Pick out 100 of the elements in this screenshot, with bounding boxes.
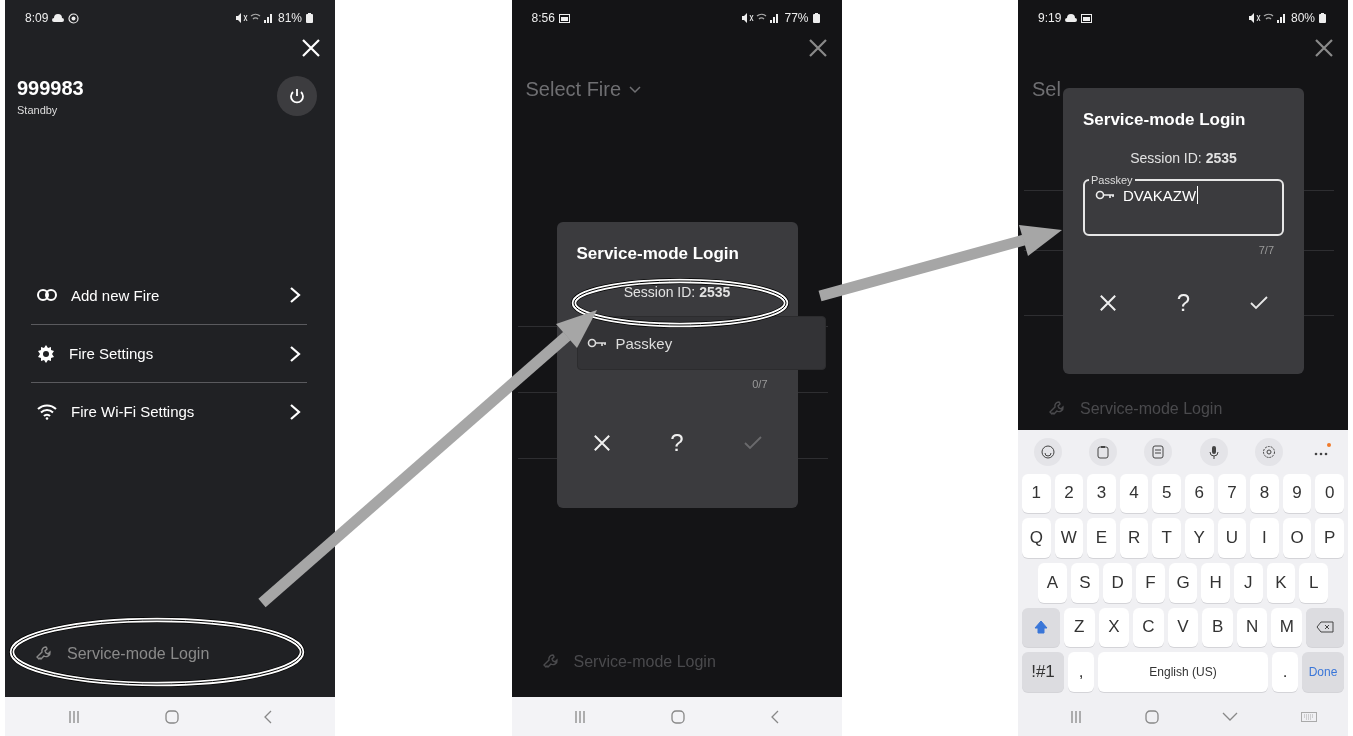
period-key[interactable]: . xyxy=(1272,652,1298,692)
check-icon xyxy=(743,436,762,450)
gallery-icon xyxy=(558,13,570,23)
notes-icon[interactable] xyxy=(1144,437,1173,466)
keyboard-key[interactable]: 7 xyxy=(1217,473,1247,514)
chevron-down-icon xyxy=(629,85,642,94)
backspace-key[interactable] xyxy=(1306,607,1345,648)
battery-icon xyxy=(306,13,313,23)
keyboard-key[interactable]: V xyxy=(1167,607,1199,648)
comma-key[interactable]: , xyxy=(1068,652,1094,692)
settings-icon[interactable] xyxy=(1254,437,1283,466)
symbols-key[interactable]: !#1 xyxy=(1022,652,1064,692)
passkey-field[interactable]: Passkey xyxy=(576,316,826,370)
battery-level: 81% xyxy=(277,11,302,25)
keyboard-key[interactable]: Q xyxy=(1022,518,1051,558)
home-icon[interactable] xyxy=(671,709,686,724)
device-status: Standby xyxy=(17,103,59,116)
menu-item[interactable]: Add new Fire xyxy=(31,266,307,324)
status-icons-drawing xyxy=(1248,13,1287,23)
battery-icon xyxy=(1319,13,1326,23)
cloud-icon xyxy=(1065,14,1078,22)
status-time: 8:56 xyxy=(531,11,555,25)
help-button[interactable]: ? xyxy=(1168,288,1199,318)
keyboard-key[interactable]: P xyxy=(1315,518,1344,558)
status-time: 9:19 xyxy=(1038,11,1062,25)
backspace-icon xyxy=(1316,621,1335,634)
keyboard-key[interactable]: 0 xyxy=(1315,473,1344,514)
chevron-right-icon xyxy=(289,286,301,304)
keyboard-key[interactable]: M xyxy=(1271,607,1303,648)
keyboard-key[interactable]: O xyxy=(1282,518,1312,558)
session-id: Session ID: 2535 xyxy=(1129,150,1238,166)
passkey-field[interactable]: Passkey DVAKAZW xyxy=(1083,174,1284,236)
close-icon xyxy=(301,38,321,58)
status-icons-drawing xyxy=(742,13,781,23)
menu-item[interactable]: Fire Wi-Fi Settings xyxy=(31,382,307,440)
fire-selector[interactable]: Select Fire xyxy=(525,78,642,101)
keyboard-key[interactable]: 5 xyxy=(1152,473,1181,514)
keyboard-key[interactable]: H xyxy=(1201,563,1231,603)
keyboard-key[interactable]: 2 xyxy=(1054,473,1084,514)
keyboard-key[interactable]: 9 xyxy=(1282,473,1312,514)
home-icon[interactable] xyxy=(165,709,179,724)
keyboard-key[interactable]: E xyxy=(1087,518,1116,558)
keyboard-key[interactable]: R xyxy=(1119,518,1149,558)
session-id: Session ID: 2535 xyxy=(622,284,732,300)
keyboard-key[interactable]: J xyxy=(1234,563,1263,603)
menu-item[interactable]: Fire Settings xyxy=(31,324,307,382)
keyboard-key[interactable]: A xyxy=(1038,563,1067,603)
shift-key[interactable] xyxy=(1022,607,1060,648)
close-icon xyxy=(592,434,611,452)
wifi-icon xyxy=(37,403,57,420)
keyboard-key[interactable]: 6 xyxy=(1184,473,1214,514)
keyboard-key[interactable]: T xyxy=(1152,518,1181,558)
keyboard-key[interactable]: B xyxy=(1202,607,1233,648)
keyboard-key[interactable]: Y xyxy=(1184,518,1214,558)
home-icon[interactable] xyxy=(1144,709,1159,724)
link-icon xyxy=(37,289,57,301)
emoji-icon[interactable] xyxy=(1034,437,1062,466)
keyboard-key[interactable]: X xyxy=(1098,607,1130,648)
keyboard-key[interactable]: I xyxy=(1250,518,1279,558)
power-button[interactable] xyxy=(277,76,317,116)
recent-apps-icon[interactable] xyxy=(574,709,587,724)
recent-apps-icon[interactable] xyxy=(67,709,80,724)
clipboard-icon[interactable] xyxy=(1089,437,1118,466)
keyboard-key[interactable]: F xyxy=(1136,563,1165,603)
keyboard-key[interactable]: G xyxy=(1168,563,1198,603)
fire-selector[interactable]: Sel xyxy=(1032,78,1061,101)
keyboard-key[interactable]: C xyxy=(1133,607,1164,648)
recent-apps-icon[interactable] xyxy=(1069,709,1082,724)
back-icon[interactable] xyxy=(264,709,273,724)
keyboard-key[interactable]: Z xyxy=(1064,607,1095,648)
keyboard-key[interactable]: D xyxy=(1103,563,1132,603)
microphone-icon[interactable] xyxy=(1199,437,1228,466)
battery-level: 77% xyxy=(784,11,809,25)
status-icons-drawing xyxy=(235,13,274,23)
keyboard-key[interactable]: 3 xyxy=(1087,473,1116,514)
keyboard-key[interactable]: 4 xyxy=(1119,473,1149,514)
space-key[interactable]: English (US) xyxy=(1098,652,1268,692)
keyboard-key[interactable]: S xyxy=(1070,563,1100,603)
gallery-icon xyxy=(1081,13,1093,23)
keyboard-key[interactable]: 8 xyxy=(1250,473,1279,514)
help-button[interactable]: ? xyxy=(662,428,692,458)
text-cursor xyxy=(1197,186,1199,204)
device-name: 999983 xyxy=(17,76,84,100)
back-icon[interactable] xyxy=(770,709,779,724)
chevron-right-icon xyxy=(289,344,301,363)
hide-keyboard-icon[interactable] xyxy=(1221,712,1238,721)
status-time: 8:09 xyxy=(25,11,49,25)
keyboard-key[interactable]: L xyxy=(1299,563,1329,603)
keyboard-icon[interactable] xyxy=(1300,711,1317,722)
keyboard-key[interactable]: K xyxy=(1266,563,1296,603)
close-icon xyxy=(1099,294,1117,312)
keyboard-key[interactable]: U xyxy=(1217,518,1247,558)
keyboard-key[interactable]: W xyxy=(1054,518,1084,558)
keyboard-key[interactable]: N xyxy=(1236,607,1268,648)
key-icon xyxy=(1095,190,1115,200)
battery-icon xyxy=(812,13,820,23)
keyboard-key[interactable]: 1 xyxy=(1022,473,1051,514)
dialog-title: Service-mode Login xyxy=(1083,110,1247,130)
character-counter: 7/7 xyxy=(1258,244,1274,256)
check-icon xyxy=(1250,296,1268,310)
